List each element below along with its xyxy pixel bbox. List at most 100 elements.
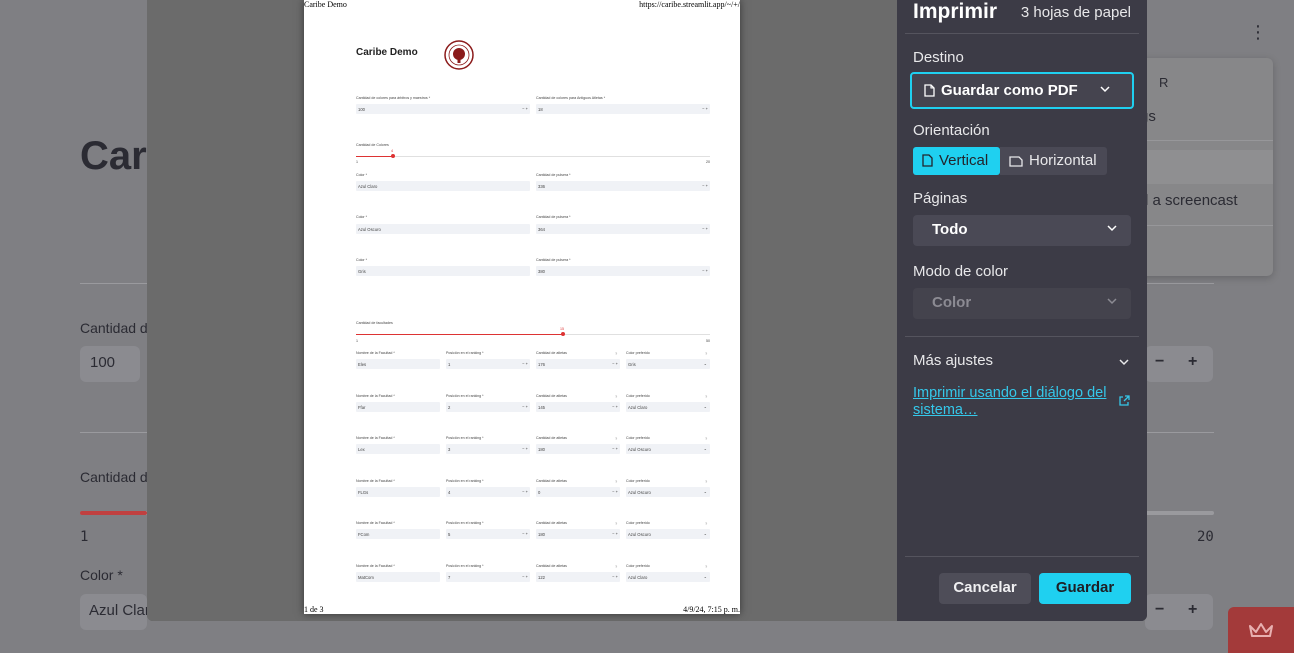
- page-app-title: Caribe Demo: [356, 47, 418, 58]
- field-label: Color preferido: [626, 521, 650, 525]
- print-preview-area[interactable]: Caribe Demo https://caribe.streamlit.app…: [147, 0, 897, 621]
- bg-plus-icon: +: [1188, 353, 1198, 370]
- field-label: Nombre de la Facultad *: [356, 351, 395, 355]
- field-label: Color preferido: [626, 478, 650, 483]
- field-label: Cantidad de pulsera *: [536, 173, 571, 177]
- stepper-icon: − +: [522, 573, 528, 579]
- destination-select[interactable]: Guardar como PDF: [910, 72, 1134, 109]
- stepper-icon: − +: [612, 573, 618, 579]
- streamlit-badge: [1228, 607, 1294, 653]
- text-input: Lex: [356, 444, 440, 454]
- stepper-icon: − +: [522, 106, 528, 111]
- color-mode-label: Modo de color: [913, 263, 1009, 280]
- help-icon: ?: [705, 563, 708, 569]
- bg-minus-icon: −: [1155, 601, 1165, 618]
- field-value: Azul Oscuro: [628, 532, 651, 537]
- bg-stepper: − +: [1145, 346, 1213, 382]
- bg-slider-fill: [80, 511, 147, 515]
- external-link-icon[interactable]: [1118, 395, 1130, 407]
- help-icon: ?: [615, 521, 618, 526]
- field-label: Posición en el ranking *: [446, 351, 484, 355]
- text-input: FCom: [356, 529, 440, 539]
- pages-label: Páginas: [913, 190, 968, 207]
- number-input: 176 − +: [536, 359, 620, 369]
- number-value: 100: [358, 107, 365, 112]
- chevron-down-icon[interactable]: [1119, 357, 1129, 367]
- number-input: 145 − +: [536, 401, 620, 412]
- field-value: 180: [538, 532, 545, 537]
- field-value: 145: [538, 404, 545, 410]
- slider-min: 1: [356, 160, 358, 164]
- bg-stepper-2: − +: [1145, 594, 1213, 630]
- field-value: Azul Oscuro: [628, 447, 651, 452]
- number-input: 180 − +: [536, 529, 620, 539]
- field-label: Nombre de la Facultad *: [356, 563, 395, 568]
- stepper-icon: − +: [612, 446, 618, 451]
- chevron-down-icon: [1107, 298, 1117, 305]
- chevron-down-icon: ⌄: [703, 531, 707, 536]
- field-label: Nombre de la Facultad *: [356, 436, 395, 440]
- number-input: 2 − +: [446, 401, 530, 412]
- portrait-page-icon: [922, 154, 933, 167]
- bg-number-input: 100: [80, 346, 140, 382]
- orientation-horizontal-button[interactable]: Horizontal: [1000, 147, 1107, 175]
- help-icon: ?: [705, 393, 708, 399]
- field-label: Cantidad de colores para Antiguos Atleta…: [536, 96, 606, 100]
- stepper-icon: − +: [522, 488, 528, 494]
- cancel-button[interactable]: Cancelar: [939, 573, 1031, 604]
- field-value: 180: [538, 447, 545, 452]
- panel-divider: [905, 556, 1139, 557]
- page-header-url: https://caribe.streamlit.app/~/+/: [639, 0, 740, 9]
- field-label: Posición en el ranking *: [446, 436, 484, 440]
- select-input: Azul Oscuro ⌄: [626, 444, 710, 454]
- text-input: Azul Claro: [356, 181, 530, 191]
- field-value: Azul Oscuro: [628, 489, 651, 495]
- number-input: 4 − +: [446, 486, 530, 497]
- stepper-icon: − +: [612, 531, 618, 536]
- pages-value: Todo: [932, 221, 968, 238]
- bg-slider-min: 1: [80, 529, 89, 545]
- select-input: Azul Claro ⌄: [626, 401, 710, 412]
- destination-value: Guardar como PDF: [941, 82, 1078, 99]
- bg-plus-icon: +: [1188, 601, 1198, 618]
- field-label: Color *: [356, 215, 367, 219]
- field-value: 2: [448, 404, 451, 410]
- text-input: MatCom: [356, 571, 440, 582]
- system-dialog-link[interactable]: Imprimir usando el diálogo del sistema…: [913, 385, 1113, 419]
- save-button[interactable]: Guardar: [1039, 573, 1131, 604]
- chevron-down-icon: [1107, 225, 1117, 232]
- select-input: Azul Oscuro ⌄: [626, 486, 710, 497]
- number-input: 336 − +: [536, 181, 710, 191]
- destination-label: Destino: [913, 49, 964, 66]
- select-input: Azul Oscuro ⌄: [626, 529, 710, 539]
- stepper-icon: − +: [702, 183, 708, 188]
- field-value: 3: [448, 447, 451, 452]
- bg-label-cantidad-2: Cantidad de: [80, 469, 156, 485]
- stepper-icon: − +: [702, 106, 708, 111]
- field-value: Eles: [358, 362, 367, 367]
- chevron-down-icon: ⌄: [703, 446, 707, 451]
- orientation-horizontal-label: Horizontal: [1029, 152, 1097, 169]
- number-input: 180 − +: [536, 444, 620, 454]
- print-settings-panel: Imprimir 3 hojas de papel Destino Guarda…: [897, 0, 1147, 621]
- orientation-vertical-button[interactable]: Vertical: [913, 147, 1000, 175]
- field-label: Cantidad de atletas: [536, 563, 567, 568]
- more-settings-toggle[interactable]: Más ajustes: [913, 352, 993, 369]
- field-label: Color preferido: [626, 436, 650, 440]
- field-value: Azul Claro: [628, 574, 648, 580]
- field-label: Posición en el ranking *: [446, 521, 484, 525]
- help-icon: ?: [615, 478, 618, 484]
- pages-select[interactable]: Todo: [913, 215, 1131, 246]
- number-input: 122 − +: [536, 571, 620, 582]
- text-input: Azul Oscuro: [356, 224, 530, 234]
- field-value: MatCom: [358, 574, 374, 580]
- field-value: 0: [538, 489, 541, 495]
- chevron-down-icon: ⌄: [703, 488, 707, 494]
- orientation-vertical-label: Vertical: [939, 152, 989, 169]
- help-icon: ?: [615, 436, 618, 441]
- document-icon: [924, 84, 935, 97]
- field-value: Gris: [628, 362, 636, 367]
- chevron-down-icon: ⌄: [703, 573, 707, 579]
- bg-minus-icon: −: [1155, 353, 1165, 370]
- stepper-icon: − +: [612, 361, 618, 366]
